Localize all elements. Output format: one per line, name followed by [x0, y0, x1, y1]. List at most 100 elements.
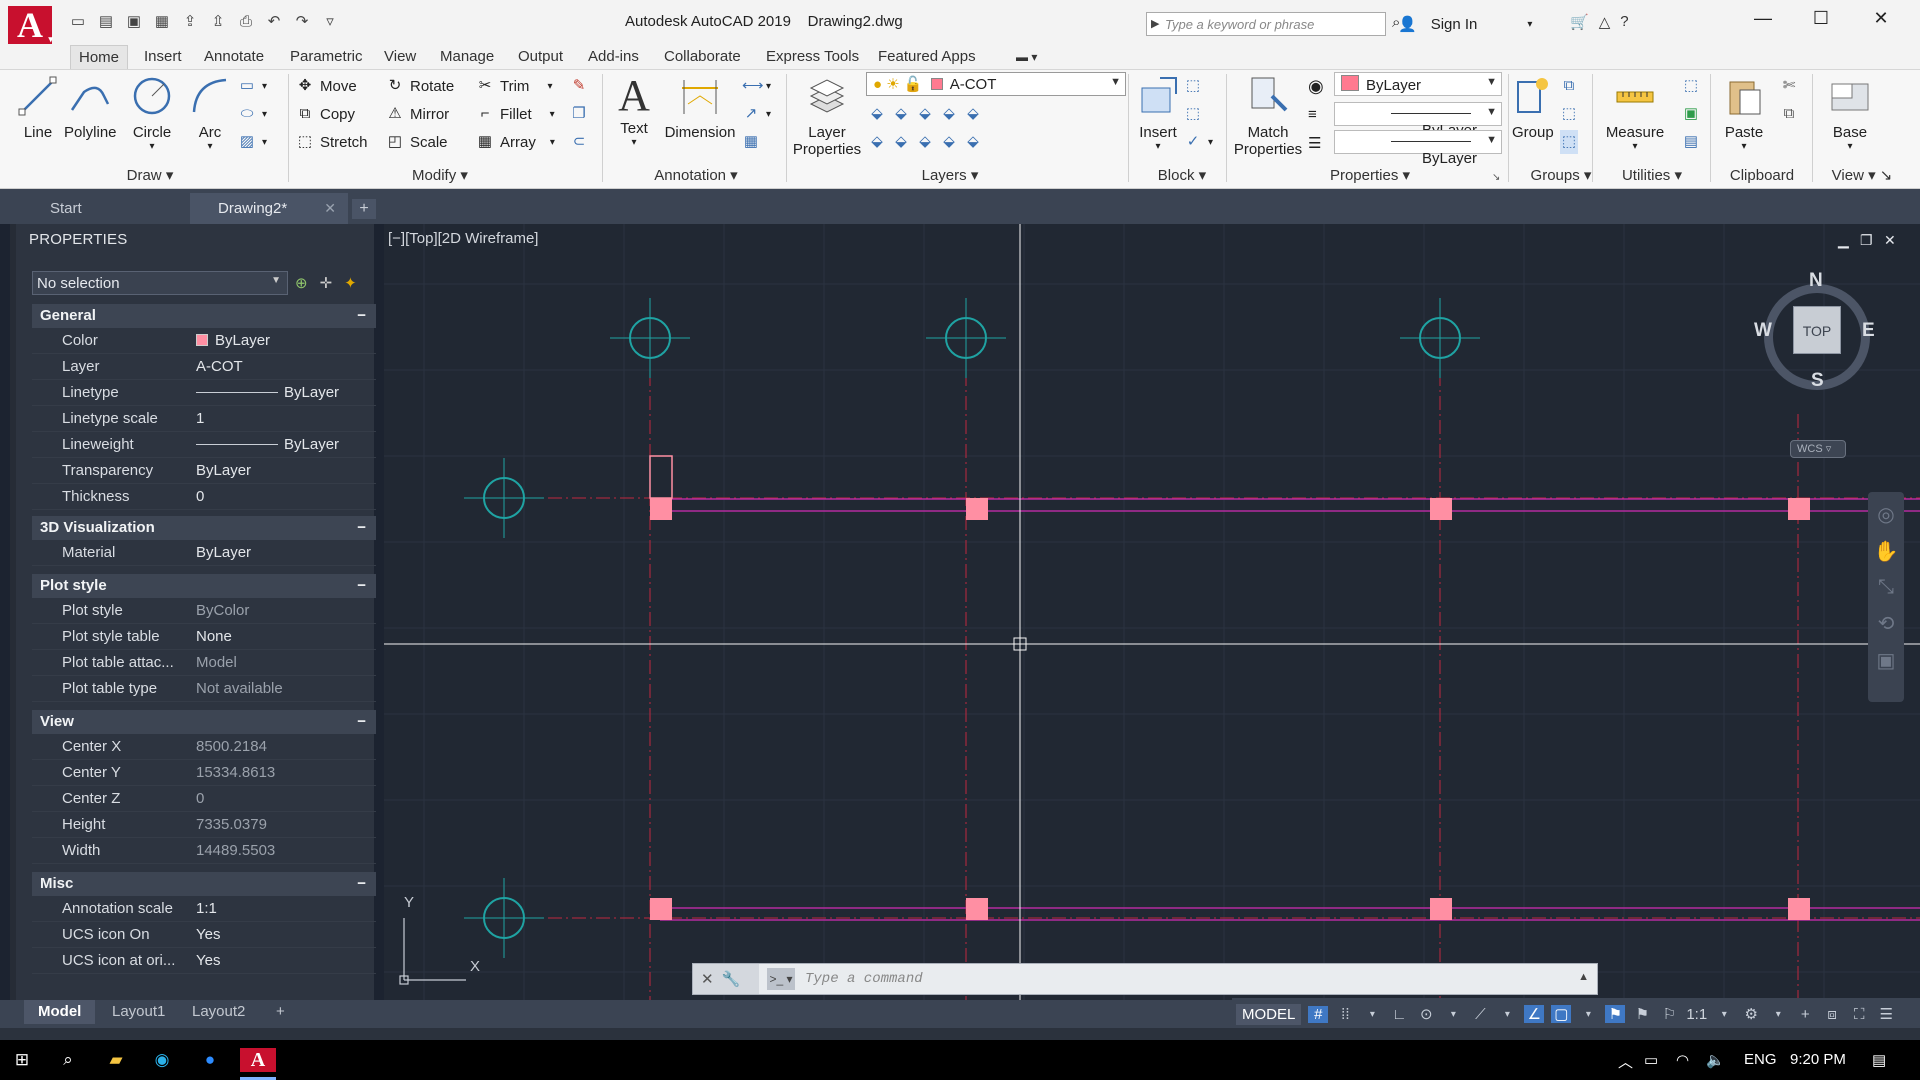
recent-commands-icon[interactable]: >_ ▾: [767, 968, 795, 990]
clipboard-panel-title[interactable]: Clipboard: [1716, 166, 1808, 186]
copy-button[interactable]: ⧉ Copy: [296, 102, 355, 126]
quick-select-button[interactable]: ⬚: [1682, 74, 1700, 98]
edge-browser-icon[interactable]: ◉: [150, 1048, 174, 1072]
viewcube-east[interactable]: E: [1862, 320, 1875, 342]
copy-clip-button[interactable]: ⧉: [1780, 102, 1798, 126]
palette-strip[interactable]: [10, 224, 16, 1000]
object-snap-icon[interactable]: ▢: [1551, 1005, 1572, 1023]
polar-icon[interactable]: ⊙: [1416, 1005, 1436, 1023]
offset-button[interactable]: ⊂: [570, 130, 588, 154]
battery-icon[interactable]: ▭: [1644, 1051, 1658, 1069]
scale-button[interactable]: ◰ Scale: [386, 130, 448, 154]
column[interactable]: [650, 498, 672, 520]
model-space-toggle[interactable]: MODEL: [1236, 1003, 1302, 1025]
tab-parametric[interactable]: Parametric: [282, 45, 371, 69]
tab-manage[interactable]: Manage: [432, 45, 502, 69]
workspace-menu-icon[interactable]: ▾: [1768, 1009, 1788, 1020]
prop-material[interactable]: Material ByLayer: [32, 540, 376, 566]
annotation-panel-title[interactable]: Annotation ▾: [626, 166, 766, 186]
prop-annotation-scale[interactable]: Annotation scale 1:1: [32, 896, 376, 922]
viewcube-west[interactable]: W: [1754, 320, 1772, 342]
lineweight-dropdown[interactable]: ByLayer▼: [1334, 102, 1502, 139]
zoom-app-icon[interactable]: ●: [198, 1048, 222, 1072]
isodraft-menu-icon[interactable]: ▾: [1497, 1009, 1517, 1020]
viewcube-north[interactable]: N: [1809, 270, 1823, 292]
prop-plot-style-table[interactable]: Plot style table None: [32, 624, 376, 650]
tab-insert[interactable]: Insert: [136, 45, 190, 69]
prop-plot-table-type[interactable]: Plot table type Not available: [32, 676, 376, 702]
close-command-icon[interactable]: ✕: [701, 970, 714, 988]
tray-expand-icon[interactable]: ︿: [1618, 1051, 1633, 1072]
ribbon-minimize-icon[interactable]: ▬ ▾: [1008, 45, 1045, 69]
notifications-icon[interactable]: ▤: [1872, 1051, 1886, 1069]
line-button[interactable]: Line: [16, 74, 60, 141]
isodraft-icon[interactable]: ⟋: [1470, 1006, 1490, 1023]
prop-thickness[interactable]: Thickness 0: [32, 484, 376, 510]
annotation-visibility-icon[interactable]: ⚑: [1605, 1005, 1626, 1023]
arc-button[interactable]: Arc ▾: [188, 74, 232, 152]
workspace-gear-icon[interactable]: ⚙: [1741, 1005, 1761, 1023]
drawing-area[interactable]: Y X [−][Top][2D Wireframe] ▁ ❐ ✕ TOP N S…: [384, 224, 1920, 1000]
rotate-button[interactable]: ↻ Rotate: [386, 74, 455, 98]
prop-color[interactable]: Color ByLayer: [32, 328, 376, 354]
section-3d-visualization[interactable]: 3D Visualization −: [32, 516, 376, 540]
prop-plot-table-attached[interactable]: Plot table attac... Model: [32, 650, 376, 676]
prop-plot-style[interactable]: Plot style ByColor: [32, 598, 376, 624]
layer-dropdown[interactable]: ● ☀ 🔓 A-COT ▼: [866, 72, 1126, 96]
prop-ucs-icon-origin[interactable]: UCS icon at ori... Yes: [32, 948, 376, 974]
tab-annotate[interactable]: Annotate: [196, 45, 272, 69]
select-all-button[interactable]: ▣: [1682, 102, 1700, 126]
layer-tools-row-1[interactable]: ⬙ ⬙ ⬙ ⬙ ⬙: [868, 102, 982, 126]
base-view-button[interactable]: Base ▾: [1824, 74, 1876, 152]
modify-panel-title[interactable]: Modify ▾: [370, 166, 510, 186]
help-icon[interactable]: ?: [1620, 13, 1628, 31]
viewport-close-icon[interactable]: ✕: [1884, 232, 1896, 249]
tab-output[interactable]: Output: [510, 45, 571, 69]
paste-button[interactable]: Paste ▾: [1716, 74, 1772, 152]
save-web-icon[interactable]: ⇫: [208, 12, 228, 32]
column-outline[interactable]: [649, 455, 673, 499]
dimension-button[interactable]: Dimension: [662, 74, 738, 141]
column[interactable]: [1430, 898, 1452, 920]
view-panel-title[interactable]: View ▾ ↘: [1820, 166, 1904, 186]
group-edit-button[interactable]: ⬚: [1560, 102, 1578, 126]
viewport-restore-icon[interactable]: ❐: [1860, 232, 1873, 249]
ortho-icon[interactable]: ∟: [1389, 1006, 1409, 1023]
customize-command-icon[interactable]: 🔧: [722, 970, 741, 988]
new-tab-button[interactable]: +: [352, 199, 376, 219]
cut-button[interactable]: ✄: [1780, 74, 1798, 98]
auto-scale-icon[interactable]: ⚑: [1632, 1005, 1652, 1023]
insert-button[interactable]: Insert ▾: [1134, 74, 1182, 152]
array-button[interactable]: ▦ Array ▾: [476, 130, 555, 154]
measure-button[interactable]: Measure ▾: [1602, 74, 1668, 152]
attribute-button[interactable]: ✓ ▾: [1184, 130, 1213, 154]
prop-transparency[interactable]: Transparency ByLayer: [32, 458, 376, 484]
erase-button[interactable]: ✎: [570, 74, 588, 98]
file-explorer-icon[interactable]: ▰: [104, 1048, 128, 1072]
move-button[interactable]: ✥ Move: [296, 74, 357, 98]
prop-linetype[interactable]: Linetype ByLayer: [32, 380, 376, 406]
application-menu-button[interactable]: A ▾: [8, 6, 53, 44]
snap-menu-icon[interactable]: ▾: [1362, 1009, 1382, 1020]
annotation-scale-value[interactable]: 1:1: [1686, 1006, 1707, 1023]
column[interactable]: [1788, 898, 1810, 920]
column[interactable]: [650, 898, 672, 920]
autocad-taskbar-icon[interactable]: A: [240, 1048, 276, 1072]
wcs-menu[interactable]: WCS ▿: [1790, 440, 1846, 458]
ungroup-button[interactable]: ⧉: [1560, 74, 1578, 98]
prop-height[interactable]: Height 7335.0379: [32, 812, 376, 838]
mirror-button[interactable]: ⚠ Mirror: [386, 102, 449, 126]
viewcube-south[interactable]: S: [1811, 370, 1824, 392]
save-as-icon[interactable]: ▦: [152, 12, 172, 32]
save-icon[interactable]: ▣: [124, 12, 144, 32]
trim-button[interactable]: ✂ Trim ▾: [476, 74, 553, 98]
stretch-button[interactable]: ⬚ Stretch: [296, 130, 368, 154]
column[interactable]: [966, 898, 988, 920]
viewport-controls-label[interactable]: [−][Top][2D Wireframe]: [388, 230, 538, 247]
open-icon[interactable]: ▤: [96, 12, 116, 32]
prop-layer[interactable]: Layer A-COT: [32, 354, 376, 380]
tab-home[interactable]: Home: [70, 45, 129, 69]
prop-center-x[interactable]: Center X 8500.2184: [32, 734, 376, 760]
table-button[interactable]: ▦: [742, 130, 760, 154]
tab-collaborate[interactable]: Collaborate: [656, 45, 749, 69]
